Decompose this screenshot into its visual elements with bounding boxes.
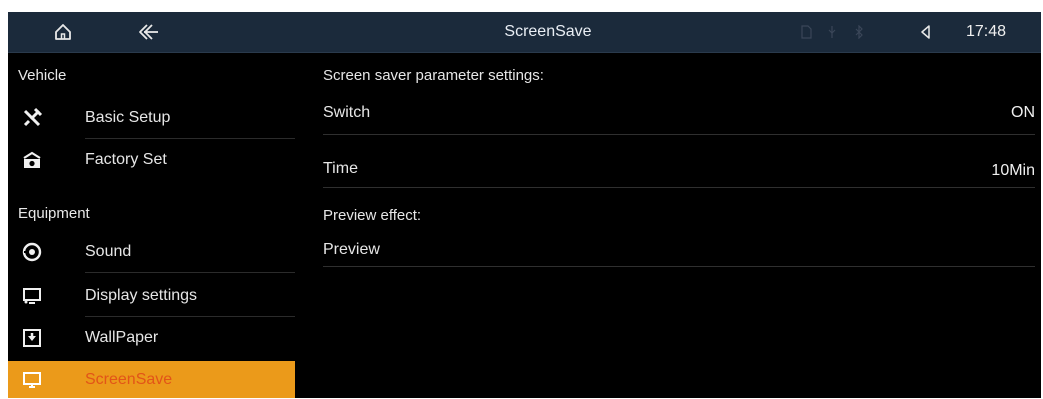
- preview-heading: Preview effect:: [323, 207, 422, 224]
- sidebar-item-label: ScreenSave: [85, 371, 173, 388]
- sidebar-item-label: Sound: [85, 243, 132, 260]
- screen: ScreenSave 17:48 Vehicle Basic Setup Fac…: [8, 12, 1041, 398]
- sidebar-item-label: WallPaper: [85, 329, 159, 346]
- back-button[interactable]: [132, 12, 166, 52]
- sidebar-item-basic-setup[interactable]: Basic Setup: [8, 97, 295, 139]
- home-button[interactable]: [46, 12, 80, 52]
- top-bar: ScreenSave 17:48: [8, 12, 1041, 53]
- speaker-icon: [20, 240, 44, 264]
- settings-panel: Screen saver parameter settings: Switch …: [323, 53, 1035, 398]
- sidebar-item-screensave[interactable]: ScreenSave: [8, 361, 295, 398]
- preview-button[interactable]: Preview: [323, 241, 380, 259]
- sd-card-icon: [798, 12, 814, 52]
- sidebar-item-factory-set[interactable]: Factory Set: [8, 139, 295, 181]
- usb-icon: [824, 12, 840, 52]
- divider: [323, 134, 1035, 135]
- monitor-icon: [20, 284, 44, 308]
- divider: [323, 187, 1035, 188]
- sidebar-item-label: Display settings: [85, 287, 198, 304]
- wallpaper-icon: [20, 326, 44, 350]
- divider: [323, 266, 1035, 267]
- home-icon: [55, 24, 71, 40]
- switch-value: ON: [1011, 104, 1035, 121]
- volume-button[interactable]: [914, 12, 936, 52]
- clock: 17:48: [965, 23, 1007, 40]
- page-title: ScreenSave: [504, 23, 592, 40]
- tools-icon: [20, 106, 44, 130]
- section-vehicle: Vehicle: [18, 67, 67, 84]
- section-equipment: Equipment: [18, 205, 90, 222]
- sidebar: Vehicle Basic Setup Factory Set Equipmen…: [8, 53, 298, 398]
- divider: [85, 272, 295, 273]
- time-label: Time: [323, 160, 358, 177]
- sidebar-item-sound[interactable]: Sound: [8, 231, 295, 273]
- back-icon: [139, 24, 158, 40]
- screen-icon: [20, 368, 44, 392]
- switch-label: Switch: [323, 104, 371, 121]
- factory-icon: [20, 148, 44, 172]
- volume-icon: [921, 25, 930, 39]
- sidebar-item-label: Basic Setup: [85, 109, 171, 126]
- sidebar-item-wallpaper[interactable]: WallPaper: [8, 317, 295, 359]
- bluetooth-icon: [851, 12, 867, 52]
- section-heading: Screen saver parameter settings:: [323, 67, 544, 84]
- time-value: 10Min: [991, 162, 1035, 179]
- sidebar-item-display-settings[interactable]: Display settings: [8, 275, 295, 317]
- sidebar-item-label: Factory Set: [85, 151, 167, 168]
